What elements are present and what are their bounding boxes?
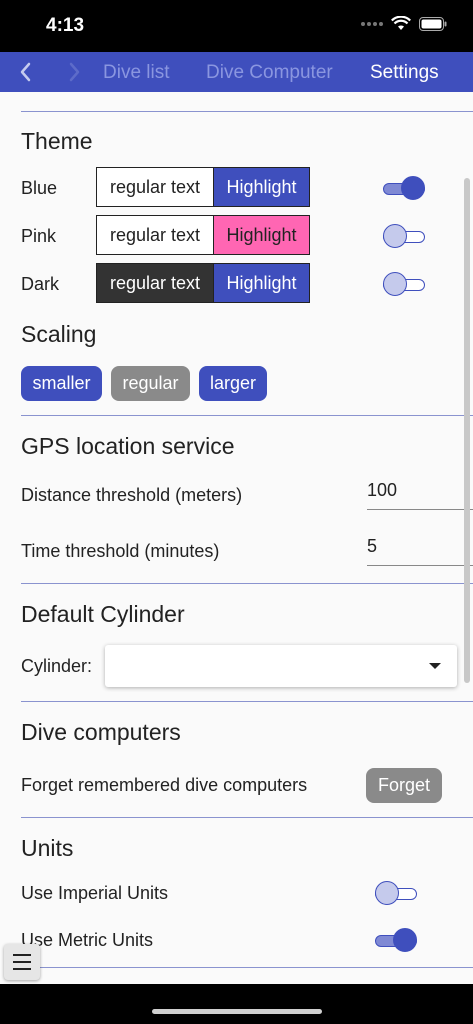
scaling-section-title: Scaling [21,321,97,347]
tab-dive-computer[interactable]: Dive Computer [206,62,333,84]
theme-blue-sample: regular text Highlight [96,167,310,207]
vertical-scrollbar[interactable] [464,178,470,683]
units-section-title: Units [21,835,74,861]
cylinder-combobox[interactable] [105,645,457,687]
scaling-larger-button[interactable]: larger [199,366,267,401]
status-icons [361,16,447,31]
theme-pink-switch[interactable] [383,224,425,248]
metric-units-switch[interactable] [375,928,417,952]
scaling-smaller-button[interactable]: smaller [21,366,102,401]
tab-dive-list[interactable]: Dive list [103,62,170,84]
wifi-icon [391,16,411,30]
sample-highlight-text: Highlight [214,168,309,206]
theme-dark-label: Dark [21,274,60,294]
scaling-regular-button[interactable]: regular [111,366,190,401]
theme-dark-sample: regular text Highlight [96,263,310,303]
divider [21,583,473,584]
status-bar: 4:13 [0,0,473,52]
cylinder-label: Cylinder: [21,656,93,676]
home-indicator[interactable] [152,1009,322,1014]
theme-section-title: Theme [21,128,93,154]
sample-regular-text: regular text [97,264,214,302]
sample-regular-text: regular text [97,168,214,206]
battery-icon [419,16,447,31]
time-threshold-label: Time threshold (minutes) [21,541,220,561]
metric-units-label: Use Metric Units [21,930,154,950]
time-threshold-input[interactable]: 5 [367,536,473,566]
sample-highlight-text: Highlight [214,264,309,302]
sample-highlight-text: Highlight [214,216,309,254]
settings-page: Theme Blue regular text Highlight Pink r… [0,92,473,984]
sample-regular-text: regular text [97,216,214,254]
dropdown-arrow-icon [429,663,441,669]
cylinder-section-title: Default Cylinder [21,601,185,627]
theme-pink-label: Pink [21,226,57,246]
divider [21,111,473,112]
imperial-units-label: Use Imperial Units [21,883,169,903]
top-navigation-bar: Dive list Dive Computer Settings [0,52,473,92]
hamburger-menu-button[interactable] [4,944,40,980]
distance-threshold-label: Distance threshold (meters) [21,485,243,505]
divider [21,817,473,818]
status-time: 4:13 [46,15,85,36]
theme-pink-sample: regular text Highlight [96,215,310,255]
divider [21,701,473,702]
back-arrow-icon[interactable] [14,59,38,85]
divider [21,967,473,968]
forget-button[interactable]: Forget [366,768,442,803]
imperial-units-switch[interactable] [375,881,417,905]
distance-threshold-input[interactable]: 100 [367,480,473,510]
dive-computers-section-title: Dive computers [21,719,181,745]
forward-arrow-icon[interactable] [62,59,86,85]
divider [21,415,473,416]
theme-blue-switch[interactable] [383,176,425,200]
home-indicator-area [0,984,473,1024]
theme-blue-label: Blue [21,178,58,198]
gps-section-title: GPS location service [21,433,235,459]
cellular-signal-icon [361,21,383,26]
forget-dive-computers-label: Forget remembered dive computers [21,775,308,795]
tab-settings[interactable]: Settings [370,62,439,84]
theme-dark-switch[interactable] [383,272,425,296]
